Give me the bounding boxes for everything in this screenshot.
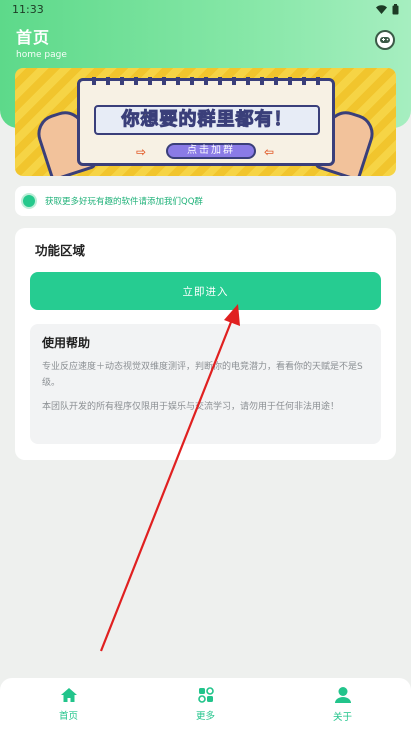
bottom-navigation: 首页 更多 关于 xyxy=(0,678,411,731)
nav-about[interactable]: 关于 xyxy=(274,678,411,731)
nav-home-label: 首页 xyxy=(58,711,78,722)
nav-home[interactable]: 首页 xyxy=(0,678,137,731)
annotation-arrow xyxy=(99,304,240,652)
nav-more[interactable]: 更多 xyxy=(137,678,274,731)
nav-more-label: 更多 xyxy=(195,711,215,722)
grid-icon xyxy=(197,687,214,703)
user-icon xyxy=(334,687,351,703)
home-icon xyxy=(60,688,77,702)
nav-about-label: 关于 xyxy=(332,712,352,723)
